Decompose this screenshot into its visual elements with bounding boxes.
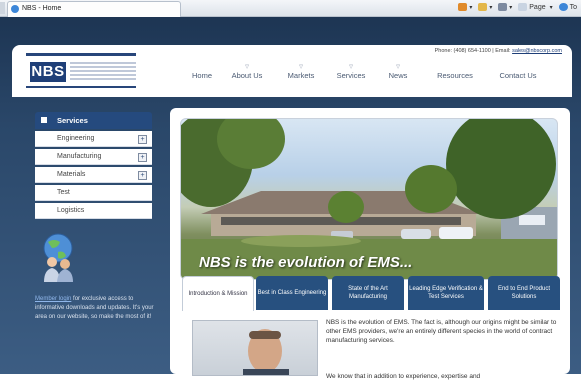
sidebar-item-test[interactable]: Test bbox=[35, 185, 152, 201]
tools-menu[interactable]: To bbox=[570, 4, 577, 11]
contact-line: Phone: (408) 654-1100 | Email: sales@nbs… bbox=[434, 48, 562, 54]
nav-home[interactable]: Home bbox=[187, 63, 217, 81]
nav-contact-us[interactable]: Contact Us bbox=[493, 63, 543, 81]
tools-icon bbox=[558, 3, 568, 12]
nav-resources[interactable]: Resources bbox=[433, 63, 477, 81]
print-icon[interactable] bbox=[498, 3, 508, 12]
tab-end-to-end-product-solutions[interactable]: End to End Product Solutions bbox=[488, 276, 560, 310]
browser-toolbar: NBS - Home ▾ ▾ ▾ Page ▾ To bbox=[0, 0, 581, 17]
expand-plus-icon[interactable]: + bbox=[138, 153, 147, 162]
browser-tab[interactable]: NBS - Home bbox=[7, 1, 181, 17]
sidebar-item-manufacturing[interactable]: Manufacturing + bbox=[35, 149, 152, 165]
sidebar-menu: Engineering + Manufacturing + Materials … bbox=[35, 131, 152, 221]
tab-verification-test-services[interactable]: Leading Edge Verification & Test Service… bbox=[408, 276, 484, 310]
email-link[interactable]: sales@nbscorp.com bbox=[512, 48, 562, 54]
nav-services[interactable]: ▽ Services bbox=[331, 63, 371, 81]
chevron-down-icon: ▽ bbox=[299, 64, 303, 70]
browser-tab-title: NBS - Home bbox=[22, 5, 62, 12]
hero-caption: NBS is the evolution of EMS... bbox=[199, 254, 413, 271]
sidebar-item-label: Engineering bbox=[57, 135, 95, 142]
tab-best-in-class-engineering[interactable]: Best in Class Engineering bbox=[256, 276, 328, 310]
nav-about-us[interactable]: ▽ About Us bbox=[225, 63, 269, 81]
email-label: Email: bbox=[495, 48, 511, 54]
chevron-down-icon: ▽ bbox=[349, 64, 353, 70]
logo-rule-bottom bbox=[26, 86, 136, 88]
sidebar-item-label: Materials bbox=[57, 171, 86, 178]
nav-news[interactable]: ▽ News bbox=[385, 63, 411, 81]
sidebar-item-logistics[interactable]: Logistics bbox=[35, 203, 152, 219]
sidebar-item-label: Test bbox=[57, 189, 70, 196]
expand-plus-icon[interactable]: + bbox=[138, 135, 147, 144]
person-image bbox=[243, 329, 289, 375]
phone-number: Phone: (408) 654-1100 bbox=[434, 48, 491, 54]
sidebar-heading: Services bbox=[35, 112, 152, 129]
feeds-icon[interactable] bbox=[478, 3, 488, 12]
hero-banner: NBS is the evolution of EMS... bbox=[180, 118, 558, 280]
browser-favicon-icon bbox=[11, 5, 19, 13]
logo-stripes bbox=[70, 62, 136, 82]
tab-introduction-mission[interactable]: Introduction & Mission bbox=[182, 276, 254, 311]
sidebar-item-label: Manufacturing bbox=[57, 153, 102, 160]
logo-rule-top bbox=[26, 53, 136, 56]
tab-content: NBS is the evolution of EMS. The fact is… bbox=[182, 314, 560, 380]
square-bullet-icon bbox=[41, 117, 47, 123]
site-header: NBS Phone: (408) 654-1100 | Email: sales… bbox=[12, 45, 572, 97]
member-login-link[interactable]: Member login bbox=[35, 296, 71, 302]
chevron-down-icon: ▽ bbox=[245, 64, 249, 70]
site-logo[interactable]: NBS bbox=[30, 62, 66, 82]
browser-edge bbox=[0, 2, 5, 14]
home-icon[interactable] bbox=[458, 3, 468, 12]
browser-tools: ▾ ▾ ▾ Page ▾ To bbox=[458, 0, 581, 16]
intro-paragraph-2: We know that in addition to experience, … bbox=[326, 373, 481, 380]
tab-state-of-the-art-manufacturing[interactable]: State of the Art Manufacturing bbox=[332, 276, 404, 310]
expand-plus-icon[interactable]: + bbox=[138, 171, 147, 180]
sidebar-item-label: Logistics bbox=[57, 207, 85, 214]
page-menu[interactable]: Page bbox=[529, 4, 545, 11]
sidebar-item-engineering[interactable]: Engineering + bbox=[35, 131, 152, 147]
chevron-down-icon: ▽ bbox=[396, 64, 400, 70]
page-icon bbox=[518, 3, 528, 12]
nav-markets[interactable]: ▽ Markets bbox=[281, 63, 321, 81]
main-nav: Home ▽ About Us ▽ Markets ▽ Services ▽ News … bbox=[187, 63, 567, 83]
intro-paragraph: NBS is the evolution of EMS. The fact is… bbox=[326, 319, 557, 344]
sidebar-item-materials[interactable]: Materials + bbox=[35, 167, 152, 183]
main-panel: NBS is the evolution of EMS... Introduct… bbox=[170, 108, 570, 380]
member-globe-icon bbox=[43, 233, 73, 282]
member-login-text: Member login for exclusive access to inf… bbox=[35, 296, 154, 320]
content-tabs: Introduction & Mission Best in Class Eng… bbox=[182, 276, 560, 311]
portrait-photo bbox=[192, 320, 318, 376]
